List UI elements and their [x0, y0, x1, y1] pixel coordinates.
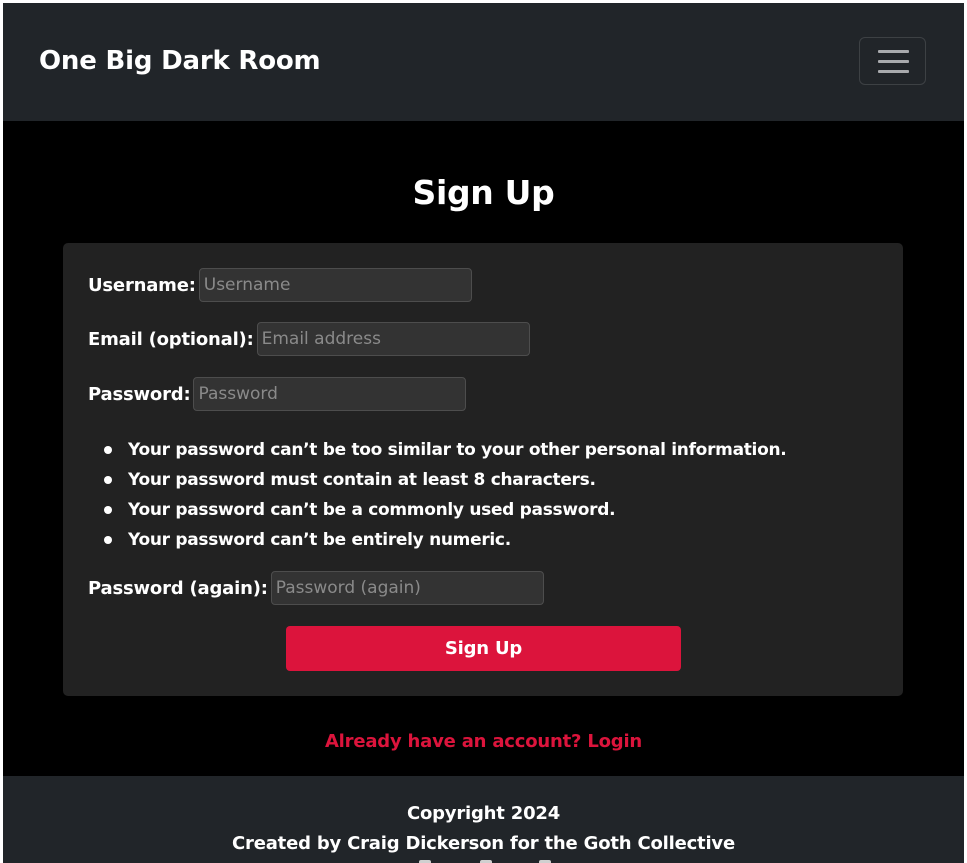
signup-form: Username: Email (optional): Password: Yo… [63, 243, 903, 696]
password-again-row: Password (again): [88, 571, 544, 605]
email-label: Email (optional): [88, 328, 254, 350]
email-input[interactable] [256, 322, 530, 356]
password-help-item: Your password can’t be too similar to yo… [104, 435, 787, 465]
footer-credit: Created by Craig Dickerson for the Goth … [232, 833, 735, 854]
password-row: Password: [88, 377, 467, 411]
brand-link[interactable]: One Big Dark Room [39, 46, 321, 76]
password-again-input[interactable] [270, 571, 544, 605]
footer: Copyright 2024 Created by Craig Dickerso… [3, 776, 964, 863]
password-help-text: Your password can’t be a commonly used p… [128, 500, 616, 520]
password-input[interactable] [193, 377, 467, 411]
password-help-text: Your password can’t be entirely numeric. [128, 530, 511, 550]
password-again-label: Password (again): [88, 577, 268, 599]
password-help-item: Your password can’t be a commonly used p… [104, 495, 786, 525]
bullet-icon [104, 446, 112, 454]
footer-copyright: Copyright 2024 [406, 803, 561, 824]
hamburger-menu-icon [878, 60, 909, 63]
hamburger-menu-icon [878, 50, 909, 53]
password-label: Password: [88, 383, 191, 405]
sign-up-button[interactable]: Sign Up [286, 626, 681, 671]
bullet-icon [104, 476, 112, 484]
navbar: One Big Dark Room [3, 3, 964, 121]
username-input[interactable] [198, 268, 472, 302]
password-help-text: Your password must contain at least 8 ch… [128, 470, 596, 490]
username-label: Username: [88, 274, 196, 296]
app-window: One Big Dark Room Sign Up Username: Emai… [3, 3, 964, 863]
bullet-icon [104, 536, 112, 544]
email-row: Email (optional): [88, 322, 530, 356]
login-link[interactable]: Already have an account? Login [3, 731, 964, 752]
page-title: Sign Up [412, 173, 555, 212]
password-help-item: Your password must contain at least 8 ch… [104, 465, 786, 495]
hamburger-menu-icon [878, 70, 909, 73]
username-row: Username: [88, 268, 472, 302]
bullet-icon [104, 506, 112, 514]
password-help-item: Your password can’t be entirely numeric. [104, 525, 786, 555]
password-help-text: Your password can’t be too similar to yo… [128, 440, 787, 460]
password-help-list: Your password can’t be too similar to yo… [104, 435, 787, 555]
navbar-toggler-button[interactable] [859, 37, 926, 85]
